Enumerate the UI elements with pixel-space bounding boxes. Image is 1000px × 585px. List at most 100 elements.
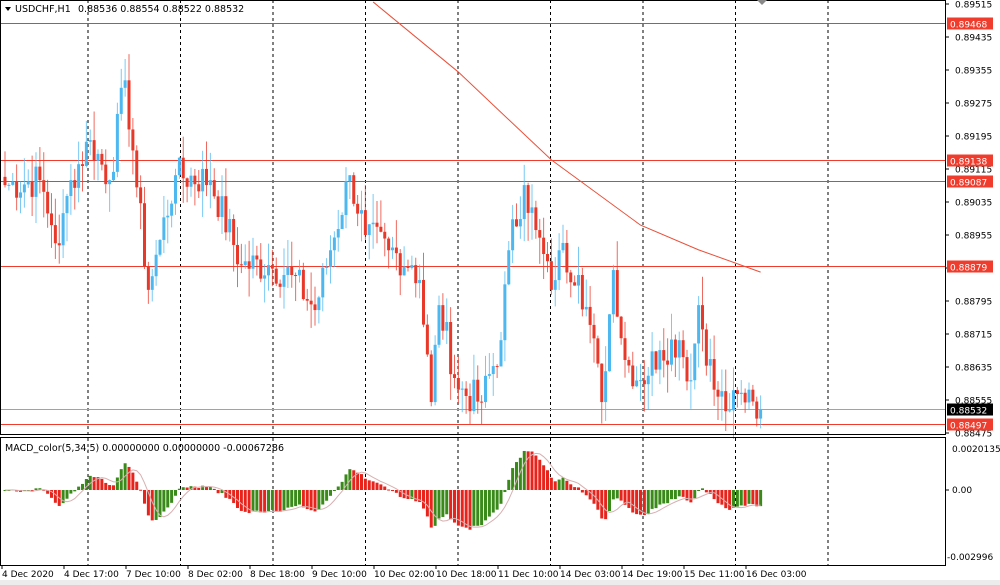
candle-body xyxy=(689,380,693,382)
candle-body xyxy=(534,207,538,231)
macd-bar xyxy=(267,490,270,511)
candle-body xyxy=(584,306,588,310)
macd-bar xyxy=(677,490,681,497)
candle-body xyxy=(298,269,301,276)
price-tick-label: 0.88715 xyxy=(955,331,992,341)
candle-body xyxy=(119,87,123,114)
candle-body xyxy=(518,219,522,227)
macd-bar xyxy=(751,490,755,505)
candle-body xyxy=(499,340,503,367)
macd-bar xyxy=(294,490,298,507)
macd-bar xyxy=(391,490,394,492)
candle-body xyxy=(243,261,247,266)
time-tick-label: 15 Dec 11:00 xyxy=(684,570,745,580)
macd-bar xyxy=(441,490,445,517)
macd-bar xyxy=(650,490,654,509)
macd-bar xyxy=(154,490,158,520)
time-tick-label: 8 Dec 18:00 xyxy=(250,570,305,580)
candle-body xyxy=(131,129,135,151)
candle-body xyxy=(546,254,549,262)
macd-bar xyxy=(697,490,701,491)
macd-bar xyxy=(329,490,332,496)
macd-bar xyxy=(139,489,143,491)
macd-bar xyxy=(73,490,77,492)
candle-body xyxy=(716,389,720,397)
candle-body xyxy=(418,279,422,284)
macd-bar xyxy=(728,490,732,510)
candle-body xyxy=(123,80,127,88)
candle-body xyxy=(174,175,177,204)
macd-bar xyxy=(115,477,119,490)
candle-body xyxy=(650,351,654,376)
time-tick-label: 9 Dec 10:00 xyxy=(312,570,367,580)
candle-body xyxy=(662,350,666,361)
macd-bar xyxy=(286,490,290,508)
macd-bar xyxy=(491,490,495,513)
candle-body xyxy=(542,237,546,255)
candle-body xyxy=(100,153,104,165)
price-tick-label: 0.89275 xyxy=(955,100,992,110)
macd-bar xyxy=(445,490,449,515)
candle-body xyxy=(615,270,619,317)
macd-bar xyxy=(321,490,325,505)
candle-body xyxy=(201,168,205,192)
macd-bar xyxy=(197,487,201,490)
candle-body xyxy=(309,300,313,305)
macd-bar xyxy=(615,490,619,499)
macd-top-label: 0.0020135 xyxy=(952,445,1000,455)
macd-bar xyxy=(251,490,255,512)
macd-bar xyxy=(162,490,166,512)
candle-body xyxy=(441,305,445,331)
macd-bar xyxy=(584,490,588,496)
macd-bar xyxy=(65,490,69,499)
candle-body xyxy=(410,265,414,268)
candle-body xyxy=(65,196,69,214)
candle-body xyxy=(189,175,193,187)
candle-body xyxy=(158,239,162,255)
macd-bar xyxy=(379,484,383,490)
candle-body xyxy=(38,166,42,181)
price-tick-label: 0.89435 xyxy=(955,34,992,44)
candle-body xyxy=(313,304,317,311)
candle-body xyxy=(704,329,708,366)
candle-body xyxy=(162,217,166,240)
macd-bar xyxy=(298,490,301,505)
macd-bar xyxy=(635,490,639,515)
macd-bar xyxy=(712,490,716,500)
macd-bar xyxy=(631,490,635,513)
candle-body xyxy=(464,388,468,396)
candle-body xyxy=(73,180,77,188)
candle-body xyxy=(425,324,429,355)
candle-body xyxy=(379,226,383,232)
candle-body xyxy=(681,340,685,358)
candle-body xyxy=(96,153,100,161)
macd-bar xyxy=(515,462,518,490)
candle-body xyxy=(205,168,208,186)
macd-bar xyxy=(735,490,739,507)
macd-bar xyxy=(565,480,569,490)
macd-bar xyxy=(534,455,538,490)
macd-bar xyxy=(759,490,763,507)
macd-bar xyxy=(53,490,57,503)
candle-body xyxy=(623,338,627,360)
candle-body xyxy=(414,265,418,284)
macd-bar xyxy=(577,487,580,490)
macd-bar xyxy=(724,490,728,509)
macd-bar xyxy=(693,490,697,499)
macd-bar xyxy=(642,490,646,516)
macd-bar xyxy=(305,490,309,510)
macd-bar xyxy=(34,488,38,490)
macd-bar xyxy=(449,490,453,520)
time-tick-label: 7 Dec 10:00 xyxy=(126,570,181,580)
level-label: 0.88879 xyxy=(950,264,987,274)
candle-body xyxy=(724,391,728,412)
macd-bar xyxy=(580,490,584,493)
candle xyxy=(580,267,584,317)
candle-body xyxy=(720,391,724,397)
candle-body xyxy=(274,268,278,284)
macd-bar xyxy=(681,490,685,497)
macd-bar xyxy=(127,466,131,490)
candle-body xyxy=(278,283,282,287)
macd-bar xyxy=(325,490,329,501)
trading-chart[interactable]: 0.89515 0.89435 0.89355 0.89275 0.89195 0.891… xyxy=(0,0,1000,585)
